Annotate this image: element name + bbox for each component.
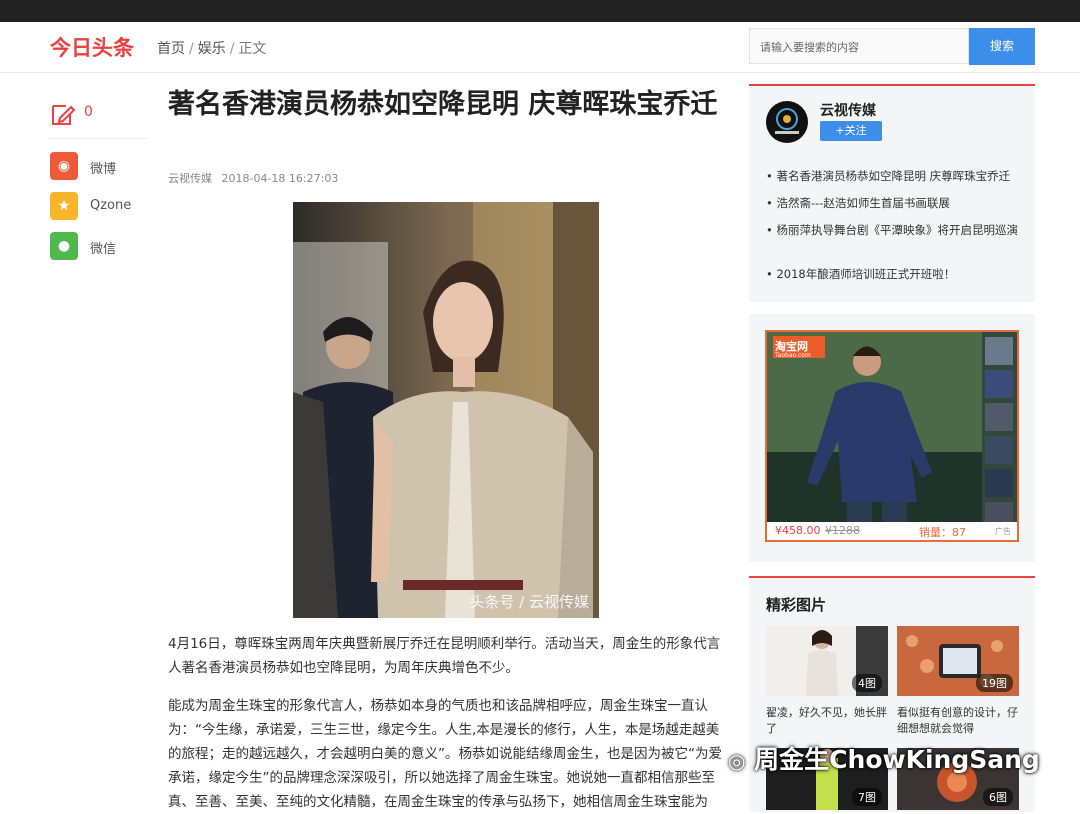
gallery-thumb-2-caption[interactable]: 看似挺有创意的设计，仔细想想就会觉得 bbox=[897, 705, 1019, 737]
related-article-4[interactable]: • 2018年酿酒师培训班正式开班啦！ bbox=[766, 265, 1021, 283]
source-avatar[interactable] bbox=[766, 101, 808, 143]
share-panel: 0 ◉ 微博 ★ Qzone ● 微信 bbox=[48, 98, 148, 260]
share-weibo-label: 微博 bbox=[90, 162, 117, 177]
related-article-1[interactable]: • 著名香港演员杨恭如空降昆明 庆尊晖珠宝乔迁 bbox=[766, 167, 1021, 185]
gallery-thumb-2[interactable]: 19图 bbox=[897, 626, 1019, 696]
related-article-3-title[interactable]: 杨丽萍执导舞台剧《平潭映象》将开启昆明巡演 bbox=[776, 223, 1018, 237]
qzone-star-icon: ★ bbox=[50, 192, 78, 220]
top-dark-bar bbox=[0, 0, 1080, 22]
share-wechat-label: 微信 bbox=[90, 242, 117, 257]
share-wechat[interactable]: ● 微信 bbox=[50, 232, 150, 262]
related-article-2[interactable]: • 浩然斋---赵浩如师生首届书画联展 bbox=[766, 194, 1021, 212]
related-article-2-title[interactable]: 浩然斋---赵浩如师生首届书画联展 bbox=[776, 196, 949, 210]
ad-tag: 广告 bbox=[995, 527, 1011, 536]
article-time: 2018-04-18 16:27:03 bbox=[221, 172, 339, 185]
related-article-3[interactable]: • 杨丽萍执导舞台剧《平潭映象》将开启昆明巡演 bbox=[766, 221, 1021, 239]
gallery-thumb-3-count: 7图 bbox=[852, 788, 882, 806]
article-paragraph-1: 4月16日，尊晖珠宝两周年庆典暨新展厅乔迁在昆明顺利举行。活动当天，周金生的形象… bbox=[168, 636, 721, 676]
follow-button[interactable]: +关注 bbox=[820, 121, 882, 141]
gallery-thumb-2-count: 19图 bbox=[976, 674, 1013, 692]
source-name[interactable]: 云视传媒 bbox=[820, 100, 876, 120]
search-button[interactable]: 搜索 bbox=[969, 28, 1035, 65]
share-weibo[interactable]: ◉ 微博 bbox=[50, 152, 150, 182]
search-input[interactable]: 请输入要搜索的内容 bbox=[749, 28, 969, 64]
ad-old-price: ¥1288 bbox=[825, 524, 860, 537]
article-photo: 头条号 / 云视传媒 bbox=[293, 202, 599, 618]
ad-sales: 销量：87 bbox=[919, 526, 966, 539]
source-logo-icon bbox=[767, 102, 807, 142]
site-header: 今日头条 首页 / 娱乐 / 正文 请输入要搜索的内容 搜索 bbox=[0, 22, 1080, 73]
site-logo[interactable]: 今日头条 bbox=[50, 32, 134, 62]
comment-edit-icon bbox=[52, 105, 76, 125]
article-title: 著名香港演员杨恭如空降昆明 庆尊晖珠宝乔迁 bbox=[168, 89, 718, 120]
breadcrumb-entertainment[interactable]: 娱乐 bbox=[198, 41, 226, 57]
related-article-4-title[interactable]: 2018年酿酒师培训班正式开班啦！ bbox=[776, 267, 955, 281]
article-paragraph-2: 能成为周金生珠宝的形象代言人，杨恭如本身的气质也和该品牌相呼应，周金生珠宝一直认… bbox=[168, 698, 722, 810]
weibo-icon: ◉ bbox=[50, 152, 78, 180]
ad-price: ¥458.00 bbox=[775, 524, 821, 537]
comment-button[interactable]: 0 bbox=[48, 98, 148, 139]
wechat-watermark: ◎ 周金生ChowKingSang bbox=[728, 740, 1040, 776]
gallery-thumb-1[interactable]: 4图 bbox=[766, 626, 888, 696]
taobao-ad[interactable]: 淘宝网 Taobao.com ¥458.00 ¥1288 销量：87 广告 bbox=[765, 330, 1019, 542]
article-meta: 云视传媒 2018-04-18 16:27:03 bbox=[168, 170, 344, 186]
gallery-title: 精彩图片 bbox=[766, 596, 827, 614]
article-source[interactable]: 云视传媒 bbox=[168, 172, 212, 185]
breadcrumb-home[interactable]: 首页 bbox=[157, 41, 185, 57]
taobao-badge-sub: Taobao.com bbox=[775, 352, 811, 359]
breadcrumb: 首页 / 娱乐 / 正文 bbox=[157, 41, 267, 57]
photo-watermark: 头条号 / 云视传媒 bbox=[469, 593, 589, 611]
wechat-icon: ● bbox=[50, 232, 78, 260]
breadcrumb-current: 正文 bbox=[238, 41, 267, 57]
share-qzone-label: Qzone bbox=[90, 198, 132, 213]
ad-product-image bbox=[767, 332, 1017, 540]
related-article-1-title[interactable]: 著名香港演员杨恭如空降昆明 庆尊晖珠宝乔迁 bbox=[776, 169, 1010, 183]
wechat-watermark-text: 周金生ChowKingSang bbox=[754, 745, 1040, 774]
comment-count: 0 bbox=[84, 104, 93, 120]
wechat-logo-icon: ◎ bbox=[728, 749, 746, 773]
gallery-thumb-1-count: 4图 bbox=[852, 674, 882, 692]
photo-illustration bbox=[293, 202, 599, 618]
gallery-thumb-4-count: 6图 bbox=[983, 788, 1013, 806]
gallery-thumb-1-caption[interactable]: 翟凌，好久不见，她长胖了 bbox=[766, 705, 888, 737]
share-qzone[interactable]: ★ Qzone bbox=[50, 192, 150, 222]
